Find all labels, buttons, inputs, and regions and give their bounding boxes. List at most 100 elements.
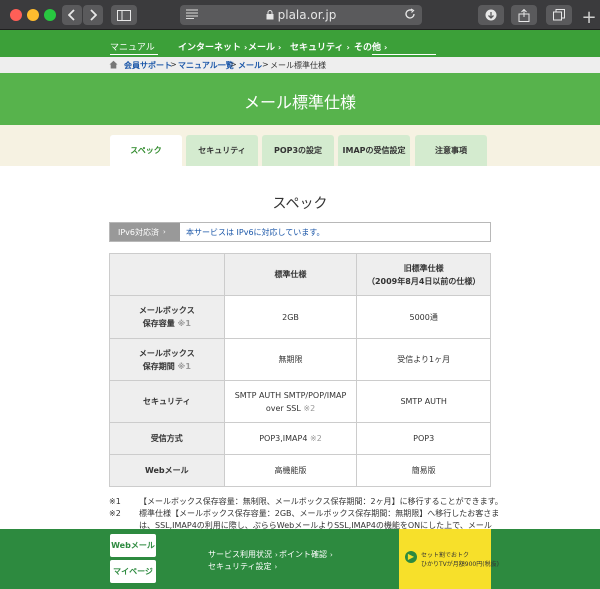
promo-banner[interactable]: ▶ セット割でおトク ひかりTVが月額900円(税抜) <box>399 529 499 589</box>
chevron-right-icon: › <box>346 43 350 52</box>
column-header-old-line1: 旧標準仕様 <box>403 263 444 273</box>
browser-toolbar: plala.or.jp + <box>0 0 600 30</box>
note-mark: ※2 <box>303 403 316 413</box>
breadcrumb-mail[interactable]: メール <box>238 60 262 71</box>
webmail-button[interactable]: Webメール <box>110 534 156 557</box>
nav-cut-item[interactable]: ... <box>372 30 381 33</box>
tab-notes[interactable]: 注意事項 <box>415 135 487 166</box>
nav-item-label: インターネット <box>178 43 242 53</box>
download-icon <box>485 9 497 21</box>
page-title: メール標準仕様 <box>243 93 356 112</box>
nav-item-manual[interactable]: マニュアル <box>110 40 155 53</box>
table-header-row: 標準仕様 旧標準仕様 （2009年8月4日以前の仕様） <box>109 253 491 296</box>
column-header-old-line2: （2009年8月4日以前の仕様） <box>366 276 481 286</box>
reload-icon[interactable] <box>404 8 416 20</box>
chevron-right-icon: › <box>163 228 166 236</box>
row-header-line2: 保存期間 <box>142 361 175 371</box>
row-header-line2: 保存容量 <box>142 319 175 328</box>
zoom-window-button[interactable] <box>44 9 56 21</box>
chevron-right-icon: › <box>244 43 248 52</box>
webmail-button-label: Webメール <box>111 541 155 550</box>
cell-standard: SMTP AUTH SMTP/POP/IMAP over SSL ※2 <box>223 380 358 423</box>
mypage-button-label: マイページ <box>113 567 153 576</box>
breadcrumb-manual-list[interactable]: マニュアル一覧 <box>178 60 234 71</box>
ipv6-badge: IPv6対応済 › <box>110 223 180 241</box>
forward-button[interactable] <box>83 5 103 25</box>
ipv6-badge-label: IPv6対応済 <box>118 227 160 237</box>
promo-line1: セット割でおトク <box>421 552 470 559</box>
ipv6-notice: IPv6対応済 › 本サービスは IPv6に対応しています。 <box>109 222 491 242</box>
footnote-text: 【メールボックス保存容量：無制限、メールボックス保存期間：2ヶ月】に移行すること… <box>139 497 503 506</box>
close-window-button[interactable] <box>10 9 22 21</box>
breadcrumb-support[interactable]: 会員サポート <box>124 60 172 71</box>
column-header-old: 旧標準仕様 （2009年8月4日以前の仕様） <box>356 253 491 296</box>
share-button[interactable] <box>511 5 537 25</box>
nav-cut-item[interactable]: ... <box>158 30 167 33</box>
nav-item-label: その他 <box>354 43 382 53</box>
promo-line2: ひかりTVが月額900円(税抜) <box>421 561 499 568</box>
link-point-check[interactable]: ポイント確認 › <box>279 549 333 560</box>
table-row: メールボックス 保存容量 ※1 2GB 5000通 <box>109 295 491 339</box>
reader-icon[interactable] <box>186 9 198 19</box>
cell-standard-line1: SMTP AUTH SMTP/POP/IMAP <box>234 390 347 400</box>
tab-pop3[interactable]: POP3の設定 <box>262 135 334 166</box>
link-label: サービス利用状況 <box>208 550 272 559</box>
row-header-period: メールボックス 保存期間 ※1 <box>109 338 225 381</box>
row-header-capacity: メールボックス 保存容量 ※1 <box>109 295 225 339</box>
nav-cut-item[interactable]: ... <box>440 30 449 33</box>
sidebar-button[interactable] <box>111 5 137 25</box>
chevron-right-icon: › <box>278 43 282 52</box>
back-button[interactable] <box>62 5 82 25</box>
table-row: 受信方式 POP3,IMAP4 ※2 POP3 <box>109 422 491 455</box>
cell-old: 5000通 <box>356 295 491 339</box>
tabs-icon <box>553 9 565 21</box>
tab-imap[interactable]: IMAPの受信設定 <box>338 135 410 166</box>
mypage-button[interactable]: マイページ <box>110 560 156 583</box>
tab-security[interactable]: セキュリティ <box>186 135 258 166</box>
cell-old: SMTP AUTH <box>356 380 491 423</box>
spec-table: 標準仕様 旧標準仕様 （2009年8月4日以前の仕様） メールボックス 保存容量… <box>109 253 491 487</box>
footnote-number: ※1 <box>109 497 121 506</box>
note-mark: ※1 <box>177 361 191 371</box>
chevron-right-icon: › <box>274 563 278 571</box>
cell-standard: 無期限 <box>223 338 358 381</box>
nav-underline <box>372 54 436 55</box>
ipv6-text: 本サービスは IPv6に対応しています。 <box>186 228 325 237</box>
nav-item-label: メール <box>248 43 276 53</box>
row-header-receive-method: 受信方式 <box>109 422 225 455</box>
page-hero: メール標準仕様 <box>0 73 600 125</box>
footnote-number: ※2 <box>109 509 121 518</box>
tabs-overview-button[interactable] <box>546 5 572 25</box>
link-security-settings[interactable]: セキュリティ設定 › <box>208 561 277 572</box>
breadcrumb-separator: > <box>262 60 269 69</box>
breadcrumb: 会員サポート > マニュアル一覧 > メール > メール標準仕様 <box>0 57 600 73</box>
footnote-text: 標準仕様【メールボックス保存容量：2GB、メールボックス保存期間：無期限】へ移行… <box>139 509 500 518</box>
nav-item-other[interactable]: その他 › <box>354 40 387 53</box>
nav-cut-item[interactable]: ... <box>112 30 121 33</box>
minimize-window-button[interactable] <box>27 9 39 21</box>
cell-old: 受信より1ヶ月 <box>356 338 491 381</box>
new-tab-icon[interactable]: + <box>578 8 600 30</box>
site-nav: ... ... ... ... ... マニュアル インターネット› メール› … <box>0 30 600 57</box>
nav-cut-item[interactable]: ... <box>252 30 261 33</box>
tab-spec[interactable]: スペック <box>110 135 182 166</box>
link-label: セキュリティ設定 <box>208 562 272 571</box>
nav-item-internet[interactable]: インターネット › <box>178 40 247 53</box>
breadcrumb-separator: > <box>230 60 237 69</box>
link-service-usage[interactable]: サービス利用状況 › <box>208 549 278 560</box>
cell-old: 簡易版 <box>356 454 491 487</box>
table-corner <box>109 253 225 296</box>
table-row: メールボックス 保存期間 ※1 無期限 受信より1ヶ月 <box>109 338 491 381</box>
chevron-right-icon: › <box>384 43 388 52</box>
tab-bar: スペック セキュリティ POP3の設定 IMAPの受信設定 注意事項 <box>0 125 600 166</box>
footnote: ※2 標準仕様【メールボックス保存容量：2GB、メールボックス保存期間：無期限】へ… <box>109 508 509 520</box>
back-icon <box>68 9 75 21</box>
nav-item-security[interactable]: セキュリティ › <box>290 40 350 53</box>
nav-item-mail[interactable]: メール › <box>248 40 281 53</box>
downloads-button[interactable] <box>478 5 504 25</box>
lock-icon <box>266 10 274 20</box>
breadcrumb-current: メール標準仕様 <box>270 61 326 70</box>
cell-standard: POP3,IMAP4 ※2 <box>223 422 358 455</box>
address-bar[interactable]: plala.or.jp <box>180 5 422 25</box>
home-icon[interactable] <box>109 60 118 69</box>
